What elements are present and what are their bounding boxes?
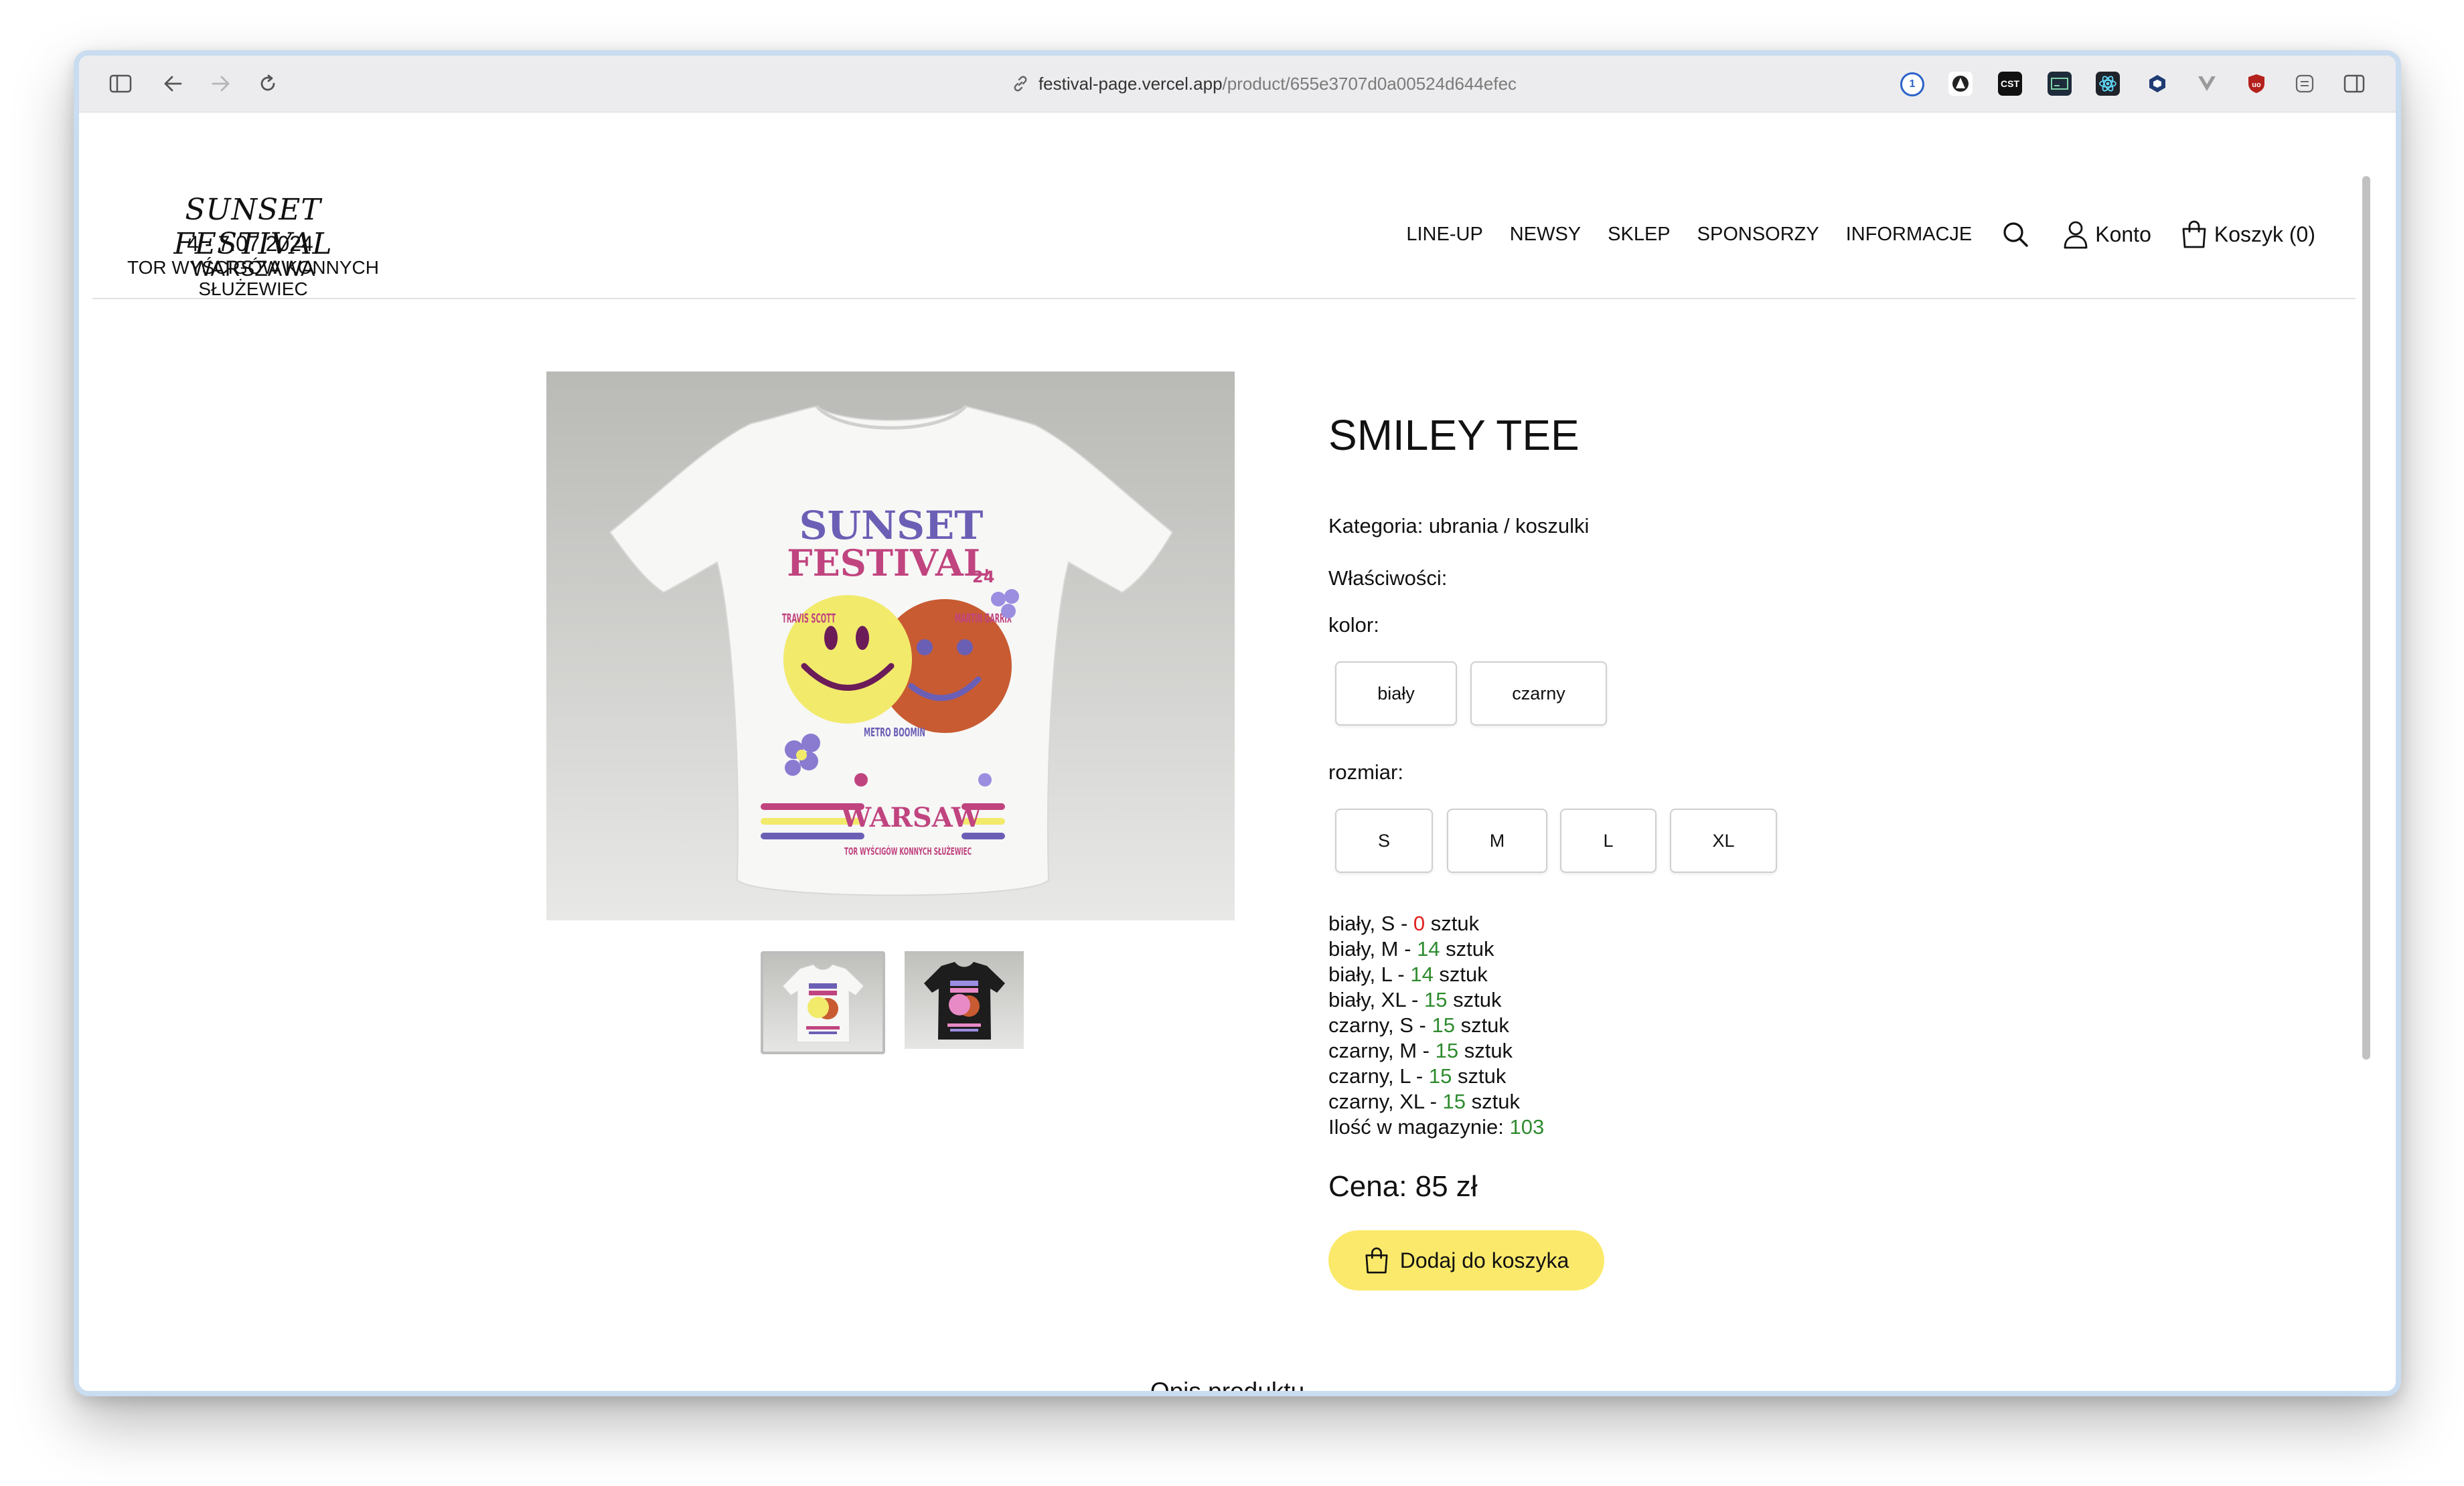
thumbnail-black[interactable] [905,951,1024,1049]
description-heading: Opis produktu [1150,1378,1305,1396]
link-icon [1012,75,1029,92]
stock-row: biały, XL - 15 sztuk [1328,988,1502,1011]
stock-row: czarny, L - 15 sztuk [1328,1064,1507,1088]
stock-qty: 15 [1435,1039,1459,1062]
cart-link[interactable]: Koszyk (0) [2181,220,2315,249]
svg-text:uo: uo [2252,81,2261,89]
reader-extension-icon[interactable] [2293,72,2317,96]
terminal-extension-icon[interactable] [2048,72,2072,96]
ghost-extension-icon[interactable] [1948,72,1973,96]
color-label: kolor: [1328,613,1379,637]
color-option-czarny[interactable]: czarny [1470,661,1607,726]
shopping-bag-icon [2181,220,2208,249]
product-title: SMILEY TEE [1328,411,1580,459]
stock-row: czarny, XL - 15 sztuk [1328,1090,1520,1113]
stock-qty: 14 [1417,937,1440,961]
size-option-s[interactable]: S [1335,809,1433,873]
tee-print-line2: FESTIVAL [787,542,989,584]
split-view-icon[interactable] [2341,70,2368,97]
stock-qty: 15 [1428,1064,1452,1088]
nav-sklep[interactable]: SKLEP [1608,224,1671,246]
stock-total-qty: 103 [1509,1115,1545,1139]
nav-informacje[interactable]: INFORMACJE [1846,224,1973,246]
cart-label: Koszyk (0) [2214,222,2315,246]
stock-row: czarny, M - 15 sztuk [1328,1039,1513,1062]
react-devtools-icon[interactable] [2096,72,2120,96]
stock-qty: 15 [1432,1013,1455,1037]
stock-qty: 15 [1442,1090,1466,1113]
stock-row: biały, M - 14 sztuk [1328,937,1494,961]
product-main-image[interactable]: SUNSET FESTIVAL 24 TRAVIS SCOTT MARTIN G… [546,372,1235,920]
size-label: rozmiar: [1328,760,1403,784]
stock-list: biały, S - 0 sztuk biały, M - 14 sztuk b… [1328,911,1544,1140]
nav-line-up[interactable]: LINE-UP [1406,224,1482,246]
forward-icon[interactable] [208,70,234,97]
stock-total: Ilość w magazynie: 103 [1328,1115,1545,1139]
stock-qty: 14 [1410,963,1434,986]
size-option-l[interactable]: L [1560,809,1657,873]
reload-icon[interactable] [254,70,281,97]
user-icon [2063,220,2088,249]
stock-row: czarny, S - 15 sztuk [1328,1013,1509,1037]
tee-print-artist-middle: METRO BOOMIN [864,726,925,740]
header-divider [92,298,2356,299]
nav-sponsorzy[interactable]: SPONSORZY [1697,224,1819,246]
cst-extension-icon[interactable]: CST [1998,72,2022,96]
add-to-cart-label: Dodaj do koszyka [1399,1248,1569,1272]
browser-toolbar: festival-page.vercel.app/product/655e370… [79,56,2396,112]
search-icon[interactable] [2001,220,2029,248]
properties-label: Właściwości: [1328,566,1448,590]
back-icon[interactable] [159,70,186,97]
size-option-xl[interactable]: XL [1670,809,1777,873]
shopping-bag-icon [1364,1246,1389,1274]
color-option-bialy[interactable]: biały [1335,661,1457,726]
page-scrollbar[interactable] [2362,176,2370,1060]
add-to-cart-button[interactable]: Dodaj do koszyka [1328,1230,1604,1291]
stock-qty: 15 [1424,988,1448,1011]
account-link[interactable]: Konto [2063,220,2151,249]
ublock-icon[interactable]: uo [2244,72,2268,96]
tee-print-artist-left: TRAVIS SCOTT [782,611,836,626]
hex-extension-icon[interactable] [2145,72,2169,96]
address-bar[interactable]: festival-page.vercel.app/product/655e370… [936,68,1592,100]
product-category: Kategoria: ubrania / koszulki [1328,514,1590,538]
vue-devtools-icon[interactable] [2195,72,2219,96]
stock-qty: 0 [1413,912,1426,935]
sidebar-toggle-icon[interactable] [107,70,134,97]
product-price: Cena: 85 zł [1328,1170,1478,1203]
password-manager-extension-icon[interactable]: 1 [1900,72,1924,96]
tee-print-year: 24 [972,568,994,586]
tee-print-venue: TOR WYŚCIGÓW KONNYCH SŁUŻEWIEC [844,845,972,857]
page-content: SUNSET FESTIVAL 4 - 7.07.2024, WARSZAWA … [79,112,2376,1391]
size-option-m[interactable]: M [1447,809,1547,873]
main-nav: LINE-UP NEWSY SKLEP SPONSORZY INFORMACJE… [1379,220,2315,249]
tee-print-city: WARSAW [840,802,982,833]
nav-newsy[interactable]: NEWSY [1510,224,1581,246]
logo-venue: TOR WYŚCIGÓW KONNYCH SŁUŻEWIEC [127,257,379,299]
thumbnail-white[interactable] [761,951,885,1054]
browser-window: festival-page.vercel.app/product/655e370… [74,50,2401,1396]
url-host: festival-page.vercel.app [1038,73,1223,94]
stock-row: biały, S - 0 sztuk [1328,912,1480,935]
account-label: Konto [2095,222,2151,246]
url-path: /product/655e3707d0a00524d644efec [1222,73,1517,94]
stock-row: biały, L - 14 sztuk [1328,963,1488,986]
